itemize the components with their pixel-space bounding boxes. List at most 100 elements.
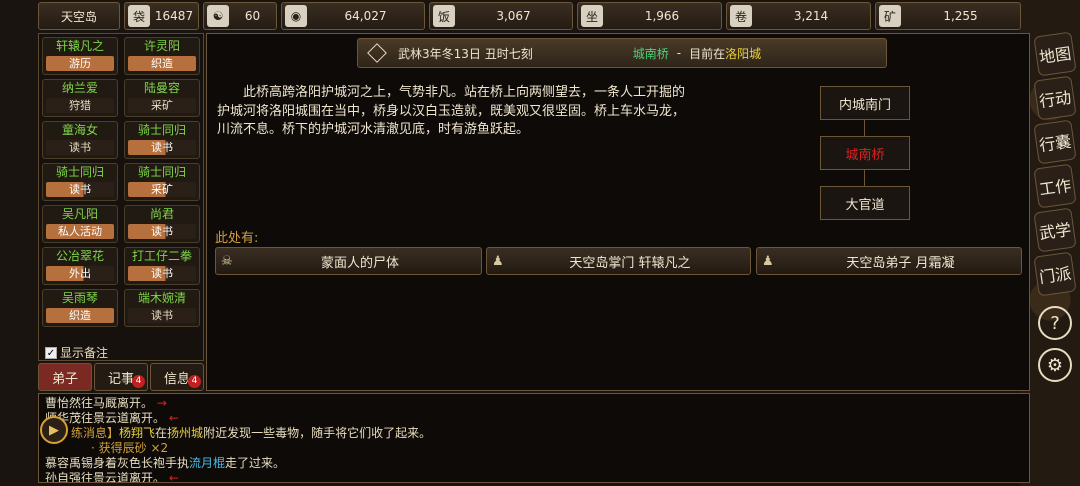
disciple-card[interactable]: 童海女 读书: [42, 121, 118, 159]
person-icon: ♟: [492, 253, 504, 269]
disciple-name: 纳兰爱: [61, 81, 98, 95]
map-node-south[interactable]: 大官道: [820, 186, 910, 220]
log-text: 在: [155, 426, 168, 440]
resource-bar: 天空岛 袋 16487 ☯ 60 ◉ 64,027 饭 3,067 坐 1,96…: [38, 2, 1021, 30]
disciple-card[interactable]: 公冶翠花 外出: [42, 247, 118, 285]
disciple-card[interactable]: 打工仔二拳 读书: [124, 247, 200, 285]
disciple-card[interactable]: 吴凡阳 私人活动: [42, 205, 118, 243]
disciple-panel: 轩辕凡之 游历 许灵阳 织造 纳兰爱 狩猎 陆曼容 采矿 童海女 读书 骑士同归…: [38, 33, 204, 361]
resource-value: 64,027: [344, 9, 387, 23]
menu-label: 武学: [1038, 219, 1073, 244]
location-panel: 武林3年冬13日 丑时七刻 城南桥 - 目前在 洛阳城 此桥高跨洛阳护城河之上，…: [206, 33, 1030, 391]
compass-icon: [367, 43, 387, 63]
disciple-card[interactable]: 骑士同归 读书: [124, 121, 200, 159]
disciple-card[interactable]: 陆曼容 采矿: [124, 79, 200, 117]
show-remarks-toggle[interactable]: ✓ 显示备注: [45, 344, 109, 360]
npc-label: 天空岛弟子 月霜凝: [846, 255, 955, 271]
npc-entry[interactable]: ♟ 天空岛掌门 轩辕凡之: [486, 247, 751, 275]
disciple-name: 陆曼容: [143, 81, 180, 95]
disciple-card[interactable]: 吴雨琴 织造: [42, 289, 118, 327]
disciple-activity: 读书: [128, 224, 196, 239]
log-weapon: 流月棍: [189, 456, 226, 470]
skull-icon: ☠: [221, 253, 233, 269]
log-text: 慕容禹锡身着灰色长袍手执: [45, 456, 190, 470]
disciple-activity: 外出: [46, 266, 114, 281]
disciple-activity: 读书: [46, 182, 114, 197]
disciple-name: 许灵阳: [143, 39, 180, 53]
location-header: 武林3年冬13日 丑时七刻 城南桥 - 目前在 洛阳城: [357, 38, 887, 68]
play-icon[interactable]: ▶: [40, 416, 68, 444]
disciple-name: 轩辕凡之: [55, 39, 104, 53]
resource-scroll[interactable]: 卷 3,214: [726, 2, 871, 30]
tab-info[interactable]: 信息 4: [150, 363, 204, 391]
disciple-activity: 读书: [46, 140, 114, 155]
resource-value: 3,067: [496, 9, 531, 23]
location-name: 城南桥: [632, 46, 669, 61]
npc-label: 蒙面人的尸体: [320, 255, 399, 271]
menu-map[interactable]: 地图: [1033, 31, 1077, 77]
log-line: 孙自强往景云道离开。 ←: [45, 471, 1023, 482]
disciple-card[interactable]: 轩辕凡之 游历: [42, 37, 118, 75]
resource-value: 16487: [154, 9, 194, 23]
log-line: 慕容禹锡身着灰色长袍手执流月棍走了过来。: [45, 456, 1023, 471]
tab-disciples[interactable]: 弟子: [38, 363, 92, 391]
map-connector: [864, 120, 865, 136]
disciple-card[interactable]: 骑士同归 读书: [42, 163, 118, 201]
disciple-name: 童海女: [61, 123, 98, 137]
meditation-icon: 坐: [581, 5, 603, 27]
copper-coin-icon: ◉: [285, 5, 307, 27]
npc-entry[interactable]: ♟ 天空岛弟子 月霜凝: [756, 247, 1022, 275]
checkbox-checked-icon[interactable]: ✓: [45, 346, 57, 359]
resource-value: 1,255: [943, 9, 978, 23]
message-log[interactable]: 曹怡然往马厩离开。 → 师华茂往景云道离开。 ← 练消息】杨翔飞在扬州城附近发现…: [38, 393, 1030, 483]
person-icon: ♟: [762, 253, 774, 269]
disciple-activity: 读书: [128, 266, 196, 281]
tab-notes[interactable]: 记事 4: [94, 363, 148, 391]
menu-label: 地图: [1038, 43, 1073, 68]
disciple-activity: 私人活动: [46, 224, 114, 239]
menu-label: 行囊: [1038, 131, 1073, 156]
resource-coin-pouch[interactable]: 袋 16487: [124, 2, 199, 30]
current-city: 洛阳城: [725, 46, 762, 61]
menu-martial[interactable]: 武学: [1033, 207, 1077, 253]
disciple-activity: 采矿: [128, 98, 196, 113]
here-label: 此处有:: [215, 231, 259, 246]
map-node-north[interactable]: 内城南门: [820, 86, 910, 120]
log-tag: 练消息】: [71, 426, 120, 440]
resource-value: 1,966: [644, 9, 680, 23]
disciple-card[interactable]: 许灵阳 织造: [124, 37, 200, 75]
resource-meditation[interactable]: 坐 1,966: [577, 2, 722, 30]
disciple-activity: 读书: [128, 140, 196, 155]
island-name-button[interactable]: 天空岛: [38, 2, 120, 30]
resource-food[interactable]: 饭 3,067: [429, 2, 573, 30]
log-text: · 获得: [91, 441, 123, 455]
resource-ore[interactable]: 矿 1,255: [875, 2, 1021, 30]
menu-bag[interactable]: 行囊: [1033, 119, 1077, 165]
map-node-label: 城南桥: [845, 147, 885, 163]
log-line: 师华茂往景云道离开。 ←: [45, 411, 1023, 426]
resource-copper-coin[interactable]: ◉ 64,027: [281, 2, 425, 30]
resource-value: 60: [244, 9, 261, 23]
arrow-right-icon: →: [156, 396, 167, 410]
map-node-label: 内城南门: [838, 97, 891, 113]
disciple-card[interactable]: 纳兰爱 狩猎: [42, 79, 118, 117]
disciple-card[interactable]: 端木婉清 读书: [124, 289, 200, 327]
disciple-card[interactable]: 骑士同归 采矿: [124, 163, 200, 201]
gear-icon[interactable]: ⚙: [1038, 348, 1072, 382]
disciple-activity: 采矿: [128, 182, 196, 197]
resource-yin-yang[interactable]: ☯ 60: [203, 2, 277, 30]
menu-sect[interactable]: 门派: [1033, 251, 1077, 297]
tab-label: 信息: [163, 371, 190, 387]
menu-label: 行动: [1038, 87, 1073, 112]
disciple-card[interactable]: 尚君 读书: [124, 205, 200, 243]
current-prefix: 目前在: [689, 46, 726, 61]
food-bowl-icon: 饭: [433, 5, 455, 27]
disciple-name: 端木婉清: [137, 291, 186, 305]
help-icon[interactable]: ?: [1038, 306, 1072, 340]
menu-action[interactable]: 行动: [1033, 75, 1077, 121]
disciple-activity: 读书: [128, 308, 196, 323]
npc-entry[interactable]: ☠ 蒙面人的尸体: [215, 247, 482, 275]
arrow-left-icon: ←: [168, 411, 179, 425]
menu-work[interactable]: 工作: [1033, 163, 1077, 209]
show-remarks-label: 显示备注: [60, 346, 109, 360]
